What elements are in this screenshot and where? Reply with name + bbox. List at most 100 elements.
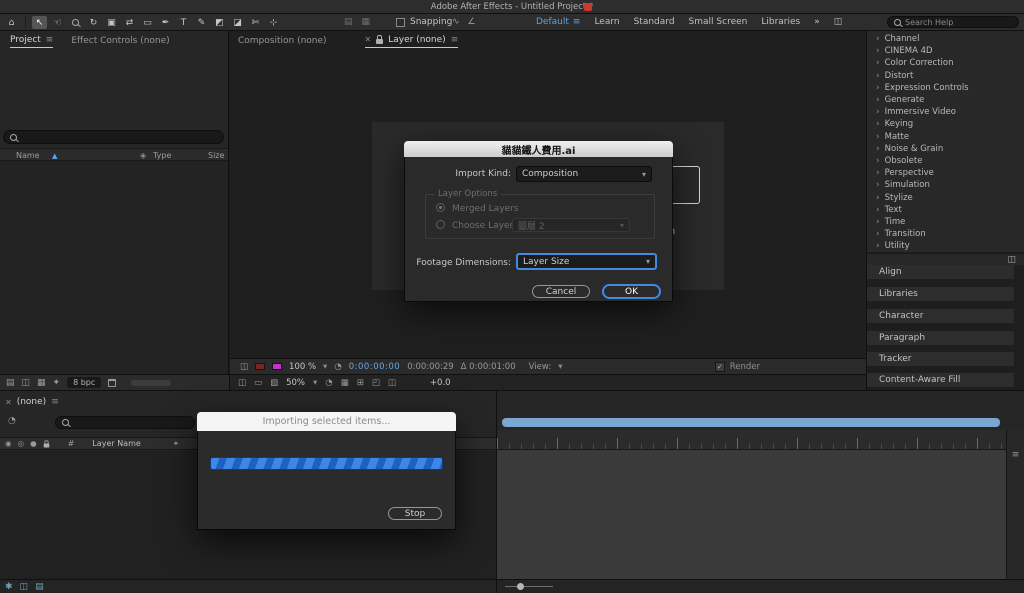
tab-project-menu-icon[interactable]: ≡ xyxy=(46,35,54,45)
comp-marker-icon[interactable]: ≡ xyxy=(1012,450,1020,460)
switches-column-icon[interactable]: ✦ xyxy=(173,439,179,448)
timeline-search-input[interactable] xyxy=(73,417,188,428)
column-type[interactable]: Type xyxy=(153,151,171,160)
adjustment-icon[interactable]: ✦ xyxy=(53,378,61,388)
effects-category-channel[interactable]: › Channel xyxy=(867,33,1024,45)
pan-behind-tool-icon[interactable]: ⇄ xyxy=(122,16,137,29)
help-search-input[interactable] xyxy=(905,17,1012,27)
magenta-color-swatch[interactable] xyxy=(272,363,283,370)
composition-mini-icon[interactable]: ◔ xyxy=(8,416,16,426)
snapshot-icon[interactable]: ◰ xyxy=(372,378,380,388)
panel-paragraph[interactable]: Paragraph xyxy=(867,331,1014,345)
project-items-area[interactable] xyxy=(0,161,228,374)
choose-layer-dropdown[interactable]: 圖層 2 ▾ xyxy=(512,218,630,232)
paint-panel-icon[interactable]: ▦ xyxy=(362,17,371,27)
channels-icon[interactable]: ◫ xyxy=(240,362,248,372)
hand-tool-icon[interactable]: ☜ xyxy=(50,16,65,29)
snap-angle-icon[interactable]: ∠ xyxy=(468,17,476,27)
zoom-tool-icon[interactable] xyxy=(68,16,83,29)
camera-tool-icon[interactable]: ▣ xyxy=(104,16,119,29)
timeline-tab[interactable]: ✕ (none) ≡ xyxy=(5,397,59,407)
effects-category-color-correction[interactable]: › Color Correction xyxy=(867,57,1024,69)
puppet-tool-icon[interactable]: ⊹ xyxy=(266,16,281,29)
choose-layer-radio[interactable] xyxy=(436,220,445,229)
tab-effect-controls[interactable]: Effect Controls (none) xyxy=(71,36,169,46)
layer-name-column[interactable]: Layer Name xyxy=(92,439,140,448)
type-tool-icon[interactable]: T xyxy=(176,16,191,29)
home-icon[interactable]: ⌂ xyxy=(4,16,19,29)
clone-stamp-tool-icon[interactable]: ◩ xyxy=(212,16,227,29)
effects-category-generate[interactable]: › Generate xyxy=(867,94,1024,106)
timeline-zoom-slider[interactable] xyxy=(505,583,553,590)
effects-category-text[interactable]: › Text xyxy=(867,204,1024,216)
tab-layer[interactable]: Layer (none) xyxy=(388,35,445,45)
current-time[interactable]: 0:00:00:00 xyxy=(349,362,400,372)
effects-category-transition[interactable]: › Transition xyxy=(867,228,1024,240)
view-chevron-icon[interactable]: ▾ xyxy=(558,362,562,372)
zoom-slider-knob[interactable] xyxy=(517,583,524,590)
audio-icon[interactable]: ◎ xyxy=(18,439,25,448)
close-tab-icon[interactable]: ✕ xyxy=(5,398,12,407)
region-of-interest-icon[interactable]: ▭ xyxy=(254,378,262,388)
chevron-down-icon[interactable]: ▾ xyxy=(313,378,317,388)
panel-character[interactable]: Character xyxy=(867,309,1014,323)
brush-tool-icon[interactable]: ✎ xyxy=(194,16,209,29)
project-search-field[interactable] xyxy=(3,130,224,144)
magnification2-value[interactable]: 50% xyxy=(286,378,305,388)
tag-icon[interactable]: ◈ xyxy=(140,151,146,160)
show-channel-icon[interactable]: ◫ xyxy=(388,378,396,388)
import-kind-dropdown[interactable]: Composition ▾ xyxy=(516,166,652,182)
panel-content-aware-fill[interactable]: Content-Aware Fill xyxy=(867,373,1014,387)
media-browser-icon[interactable]: ◫ xyxy=(834,17,843,27)
interpret-footage-icon[interactable]: ▤ xyxy=(6,378,15,388)
snapping-checkbox[interactable] xyxy=(396,17,405,27)
ruler-icon[interactable]: ⊞ xyxy=(357,378,364,388)
transparency-grid-icon[interactable]: ▧ xyxy=(270,378,278,388)
column-name[interactable]: Name xyxy=(16,151,40,160)
magnification-value[interactable]: 100 % xyxy=(289,362,316,372)
brushes-panel-icon[interactable]: ▤ xyxy=(344,17,353,27)
preview-time-icon[interactable]: ◔ xyxy=(325,378,332,388)
orbit-tool-icon[interactable]: ↻ xyxy=(86,16,101,29)
merged-layers-radio[interactable] xyxy=(436,203,445,212)
timeline-tab-label[interactable]: (none) xyxy=(17,397,46,407)
always-preview-icon[interactable]: ◫ xyxy=(238,378,246,388)
effects-category-cinema4d[interactable]: › CINEMA 4D xyxy=(867,45,1024,57)
grid-options-icon[interactable]: ▦ xyxy=(341,378,349,388)
workspace-small-screen[interactable]: Small Screen xyxy=(689,17,748,27)
workspace-overflow-icon[interactable]: » xyxy=(814,17,820,27)
panel-tracker[interactable]: Tracker xyxy=(867,352,1014,366)
sort-ascending-icon[interactable]: ▲ xyxy=(52,152,57,160)
panel-libraries[interactable]: Libraries xyxy=(867,287,1014,301)
workspace-default[interactable]: Default xyxy=(536,17,569,27)
workspace-standard[interactable]: Standard xyxy=(634,17,675,27)
help-search-field[interactable] xyxy=(887,16,1019,28)
effects-category-obsolete[interactable]: › Obsolete xyxy=(867,155,1024,167)
timeline-tab-menu-icon[interactable]: ≡ xyxy=(51,397,59,407)
render-checkbox[interactable]: ✓ xyxy=(714,361,725,372)
eye-icon[interactable]: ◉ xyxy=(5,439,12,448)
cancel-button[interactable]: Cancel xyxy=(532,285,590,298)
new-folder-icon[interactable]: ◫ xyxy=(22,378,31,388)
effects-category-noise-grain[interactable]: › Noise & Grain xyxy=(867,143,1024,155)
effects-category-utility[interactable]: › Utility xyxy=(867,240,1024,252)
background-color-swatch[interactable] xyxy=(255,363,266,370)
solo-icon[interactable]: ● xyxy=(30,439,37,448)
footage-dimensions-dropdown[interactable]: Layer Size ▾ xyxy=(516,253,657,270)
column-size[interactable]: Size xyxy=(208,151,224,160)
selection-tool-icon[interactable]: ↖ xyxy=(32,16,47,29)
project-search-input[interactable] xyxy=(21,132,217,142)
clock-icon[interactable]: ◔ xyxy=(334,362,341,372)
timeline-ruler[interactable] xyxy=(497,430,1006,450)
effects-category-time[interactable]: › Time xyxy=(867,216,1024,228)
footer-scrollbar[interactable] xyxy=(131,379,172,386)
lock-column-icon[interactable] xyxy=(43,439,49,447)
ok-button[interactable]: OK xyxy=(602,284,661,299)
close-tab-icon[interactable]: ✕ xyxy=(365,35,372,44)
pen-tool-icon[interactable]: ✒ xyxy=(158,16,173,29)
workspace-libraries[interactable]: Libraries xyxy=(761,17,800,27)
effects-category-matte[interactable]: › Matte xyxy=(867,131,1024,143)
snap-feature-icon[interactable]: ∿ xyxy=(452,17,460,27)
workspace-learn[interactable]: Learn xyxy=(594,17,619,27)
eraser-tool-icon[interactable]: ◪ xyxy=(230,16,245,29)
